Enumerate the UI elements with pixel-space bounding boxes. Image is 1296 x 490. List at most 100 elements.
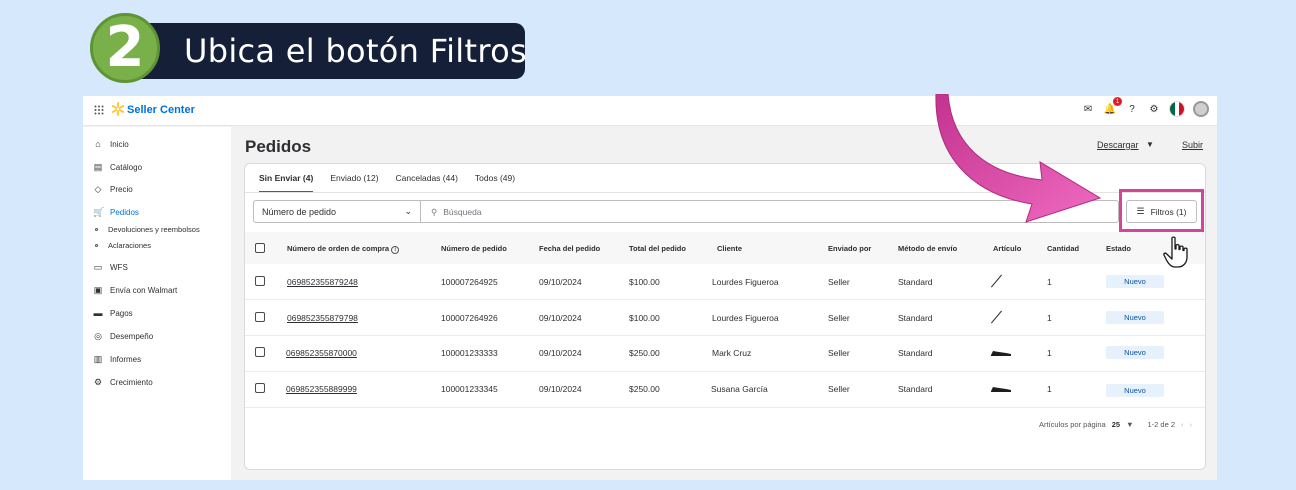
- po-number-link[interactable]: 069852355870000: [286, 348, 357, 358]
- sidebar-subitem-aclaraciones[interactable]: Aclaraciones: [95, 241, 151, 250]
- quantity: 1: [1047, 348, 1052, 358]
- sidebar-item-label: Informes: [110, 354, 142, 364]
- column-header[interactable]: Número de pedido: [441, 244, 507, 253]
- quantity: 1: [1047, 384, 1052, 394]
- step-number: 2: [105, 15, 145, 80]
- tab-enviado[interactable]: Enviado (12): [330, 173, 378, 193]
- payments-icon: ▬: [93, 308, 103, 318]
- hand-pointer-icon: [1163, 236, 1188, 268]
- order-number: 100001233333: [441, 348, 498, 358]
- sidebar-item-pagos[interactable]: ▬ Pagos: [93, 308, 133, 318]
- column-header[interactable]: Método de envío: [898, 244, 957, 253]
- column-header[interactable]: Cantidad: [1047, 244, 1079, 253]
- column-header[interactable]: Enviado por: [828, 244, 871, 253]
- sidebar-item-wfs[interactable]: ▭ WFS: [93, 262, 128, 272]
- column-header[interactable]: Cliente: [717, 244, 742, 253]
- avatar[interactable]: [1193, 101, 1209, 117]
- chevron-down-icon: ⌄: [404, 206, 412, 216]
- client-name: Susana García: [711, 384, 768, 394]
- sidebar-subitem-devoluciones[interactable]: Devoluciones y reembolsos: [95, 225, 200, 234]
- order-total: $250.00: [629, 348, 660, 358]
- row-checkbox[interactable]: [255, 347, 265, 357]
- reports-icon: ▥: [93, 354, 103, 364]
- tab-sin-enviar[interactable]: Sin Enviar (4): [259, 173, 314, 193]
- shipped-by: Seller: [828, 277, 850, 287]
- order-date: 09/10/2024: [539, 348, 582, 358]
- tab-canceladas[interactable]: Canceladas (44): [396, 173, 458, 193]
- quantity: 1: [1047, 313, 1052, 323]
- chevron-down-icon[interactable]: ▼: [1126, 420, 1133, 429]
- shipping-method: Standard: [898, 277, 933, 287]
- column-header[interactable]: Estado: [1106, 244, 1131, 253]
- table-row[interactable]: 069852355879248 100007264925 09/10/2024 …: [245, 264, 1205, 300]
- help-icon[interactable]: ?: [1125, 102, 1139, 116]
- status-badge: Nuevo: [1106, 384, 1164, 397]
- order-total: $250.00: [629, 384, 660, 394]
- table-row[interactable]: 069852355889999 100001233345 09/10/2024 …: [245, 372, 1205, 408]
- sidebar-item-envia-con-walmart[interactable]: ▣ Envía con Walmart: [93, 285, 178, 295]
- page-range: 1-2 de 2: [1147, 420, 1176, 429]
- gear-icon[interactable]: ⚙: [1147, 102, 1161, 116]
- sidebar-item-pedidos[interactable]: 🛒 Pedidos: [93, 207, 139, 217]
- sidebar-item-catalogo[interactable]: ▤ Catálogo: [93, 162, 142, 172]
- page-title: Pedidos: [245, 137, 312, 156]
- growth-icon: ⚙: [93, 377, 103, 387]
- search-placeholder: Búsqueda: [443, 207, 482, 217]
- brand-name[interactable]: Seller Center: [127, 104, 195, 116]
- order-date: 09/10/2024: [539, 277, 582, 287]
- sidebar-item-label: Inicio: [110, 139, 129, 149]
- sidebar-item-label: Pagos: [110, 308, 133, 318]
- pagination: Artículos por página 25 ▼ 1-2 de 2 ‹ ›: [1039, 420, 1192, 429]
- column-header[interactable]: Total del pedido: [629, 244, 686, 253]
- table-row[interactable]: 069852355879798 100007264926 09/10/2024 …: [245, 300, 1205, 336]
- sidebar-item-inicio[interactable]: ⌂ Inicio: [93, 139, 129, 149]
- table-header: Número de orden de compra i Número de ped…: [245, 232, 1205, 264]
- select-all-checkbox[interactable]: [255, 243, 265, 253]
- shipping-method: Standard: [898, 384, 933, 394]
- column-header[interactable]: Número de orden de compra i: [287, 244, 400, 254]
- order-total: $100.00: [629, 277, 660, 287]
- per-page-label: Artículos por página: [1039, 420, 1106, 429]
- po-number-link[interactable]: 069852355889999: [286, 384, 357, 394]
- sidebar: ⌂ Inicio ▤ Catálogo ◇ Precio 🛒 Pedidos Devol…: [83, 127, 231, 480]
- mexico-flag-icon[interactable]: [1169, 101, 1185, 117]
- table-row[interactable]: 069852355870000 100001233333 09/10/2024 …: [245, 336, 1205, 372]
- shipping-icon: ▣: [93, 285, 103, 295]
- status-badge: Nuevo: [1106, 275, 1164, 288]
- po-number-link[interactable]: 069852355879248: [287, 277, 358, 287]
- sidebar-subitem-label: Devoluciones y reembolsos: [108, 225, 200, 234]
- status-badge: Nuevo: [1106, 346, 1164, 359]
- tab-todos[interactable]: Todos (49): [475, 173, 515, 193]
- product-thumbnail: [990, 274, 1003, 288]
- client-name: Lourdes Figueroa: [712, 313, 779, 323]
- row-checkbox[interactable]: [255, 383, 265, 393]
- sidebar-subitem-label: Aclaraciones: [108, 241, 151, 250]
- per-page-select[interactable]: 25: [1112, 420, 1120, 429]
- sidebar-item-precio[interactable]: ◇ Precio: [93, 184, 133, 194]
- sidebar-item-desempeno[interactable]: ◎ Desempeño: [93, 331, 153, 341]
- sidebar-item-informes[interactable]: ▥ Informes: [93, 354, 141, 364]
- upload-button[interactable]: Subir: [1182, 140, 1203, 150]
- column-header[interactable]: Artículo: [993, 244, 1021, 253]
- po-number-link[interactable]: 069852355879798: [287, 313, 358, 323]
- sidebar-item-label: Catálogo: [110, 162, 143, 172]
- search-field-select[interactable]: Número de pedido ⌄: [253, 200, 421, 223]
- chevron-left-icon[interactable]: ‹: [1181, 420, 1184, 429]
- order-number: 100007264925: [441, 277, 498, 287]
- chevron-down-icon[interactable]: ▼: [1146, 140, 1154, 149]
- row-checkbox[interactable]: [255, 276, 265, 286]
- chevron-right-icon[interactable]: ›: [1190, 420, 1193, 429]
- cart-icon: 🛒: [93, 207, 105, 217]
- search-icon: ⚲: [431, 207, 438, 217]
- column-header[interactable]: Fecha del pedido: [539, 244, 600, 253]
- shipping-method: Standard: [898, 313, 933, 323]
- filters-highlight-box: [1119, 189, 1204, 232]
- row-checkbox[interactable]: [255, 312, 265, 322]
- catalog-icon: ▤: [93, 162, 103, 172]
- order-total: $100.00: [629, 313, 660, 323]
- app-grid-icon[interactable]: [94, 105, 104, 115]
- info-icon[interactable]: i: [391, 246, 400, 254]
- sidebar-item-crecimiento[interactable]: ⚙ Crecimiento: [93, 377, 153, 387]
- sidebar-item-label: Pedidos: [110, 207, 139, 217]
- step-instruction: Ubica el botón Filtros: [184, 32, 527, 70]
